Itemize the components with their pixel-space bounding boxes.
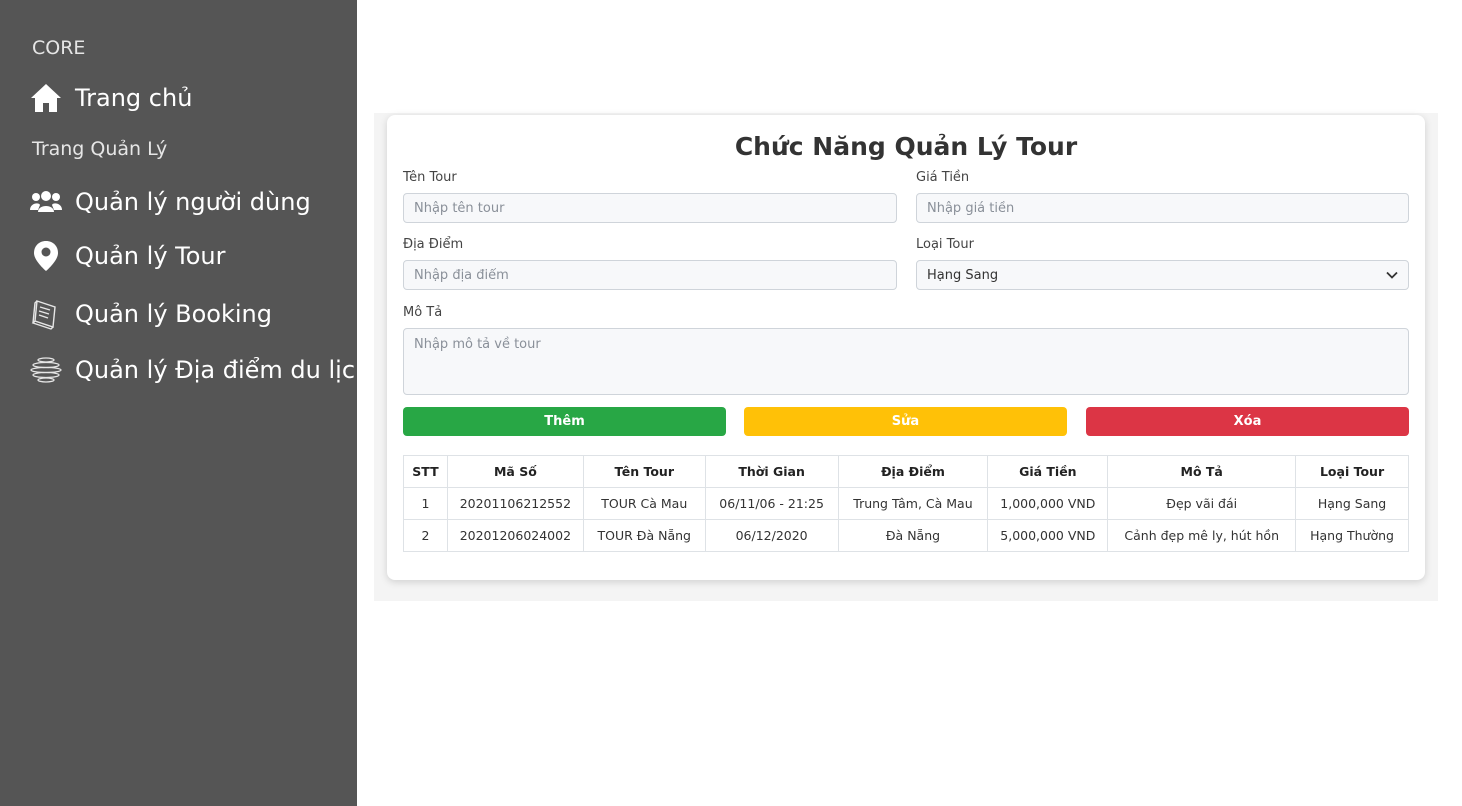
table-cell: 5,000,000 VND <box>987 519 1109 552</box>
tour-table: STT Mã Số Tên Tour Thời Gian Địa Điểm Gi… <box>403 455 1409 552</box>
table-cell: 1 <box>403 487 448 520</box>
tour-type-value: Hạng Sang <box>927 267 999 283</box>
table-cell: Hạng Thường <box>1295 519 1409 552</box>
delete-button[interactable]: Xóa <box>1086 407 1409 436</box>
tour-type-label: Loại Tour <box>916 237 974 252</box>
price-label: Giá Tiền <box>916 170 970 185</box>
sidebar: CORE Trang chủ Trang Quản Lý Quản lý ngư… <box>0 0 370 806</box>
column-header-location: Địa Điểm <box>837 455 989 488</box>
map-pin-icon <box>28 238 64 274</box>
book-icon <box>28 296 64 332</box>
column-header-price: Giá Tiền <box>987 455 1109 488</box>
table-cell: 2 <box>403 519 448 552</box>
sidebar-item-users[interactable]: Quản lý người dùng <box>28 182 311 222</box>
tour-name-label: Tên Tour <box>403 170 457 185</box>
home-icon <box>28 80 64 116</box>
globe-icon <box>28 352 64 388</box>
table-cell: TOUR Cà Mau <box>582 487 706 520</box>
column-header-description: Mô Tả <box>1107 455 1297 488</box>
sidebar-heading-core: CORE <box>32 37 86 59</box>
location-label: Địa Điểm <box>403 237 464 252</box>
table-cell: Trung Tâm, Cà Mau <box>837 487 989 520</box>
sidebar-item-label: Quản lý Booking <box>75 300 272 328</box>
sidebar-heading-manage: Trang Quản Lý <box>32 138 168 160</box>
description-label: Mô Tả <box>403 305 443 320</box>
table-cell: 06/11/06 - 21:25 <box>704 487 839 520</box>
tour-management-card: Chức Năng Quản Lý Tour Tên Tour Giá Tiền… <box>387 115 1425 580</box>
tour-name-input[interactable] <box>403 193 897 223</box>
sidebar-item-label: Quản lý Tour <box>75 242 226 270</box>
table-cell: Đà Nẵng <box>837 519 989 552</box>
sidebar-item-tour[interactable]: Quản lý Tour <box>28 236 226 276</box>
tour-type-select[interactable]: Hạng Sang <box>916 260 1409 290</box>
price-input[interactable] <box>916 193 1409 223</box>
table-header-row: STT Mã Số Tên Tour Thời Gian Địa Điểm Gi… <box>403 455 1409 488</box>
column-header-name: Tên Tour <box>582 455 706 488</box>
table-cell: Đẹp vãi đái <box>1107 487 1297 520</box>
column-header-time: Thời Gian <box>704 455 839 488</box>
column-header-type: Loại Tour <box>1295 455 1409 488</box>
table-row[interactable]: 2 20201206024002 TOUR Đà Nẵng 06/12/2020… <box>403 519 1409 552</box>
table-cell: 06/12/2020 <box>704 519 839 552</box>
table-cell: TOUR Đà Nẵng <box>582 519 706 552</box>
table-cell: Hạng Sang <box>1295 487 1409 520</box>
location-input[interactable] <box>403 260 897 290</box>
chevron-down-icon <box>1386 268 1398 283</box>
description-textarea[interactable] <box>403 328 1409 395</box>
table-row[interactable]: 1 20201106212552 TOUR Cà Mau 06/11/06 - … <box>403 487 1409 520</box>
users-icon <box>28 184 64 220</box>
sidebar-item-label: Quản lý Địa điểm du lịch <box>75 356 371 384</box>
edit-button[interactable]: Sửa <box>744 407 1067 436</box>
add-button[interactable]: Thêm <box>403 407 726 436</box>
table-cell: 20201106212552 <box>446 487 584 520</box>
column-header-code: Mã Số <box>446 455 584 488</box>
table-cell: 20201206024002 <box>446 519 584 552</box>
sidebar-item-destinations[interactable]: Quản lý Địa điểm du lịch <box>28 350 370 390</box>
table-cell: Cảnh đẹp mê ly, hút hồn <box>1107 519 1297 552</box>
page-title: Chức Năng Quản Lý Tour <box>734 132 1078 161</box>
sidebar-item-home[interactable]: Trang chủ <box>28 78 192 118</box>
column-header-stt: STT <box>403 455 448 488</box>
sidebar-item-label: Trang chủ <box>75 84 193 112</box>
sidebar-item-booking[interactable]: Quản lý Booking <box>28 294 272 334</box>
sidebar-item-label: Quản lý người dùng <box>75 188 311 216</box>
table-cell: 1,000,000 VND <box>987 487 1109 520</box>
